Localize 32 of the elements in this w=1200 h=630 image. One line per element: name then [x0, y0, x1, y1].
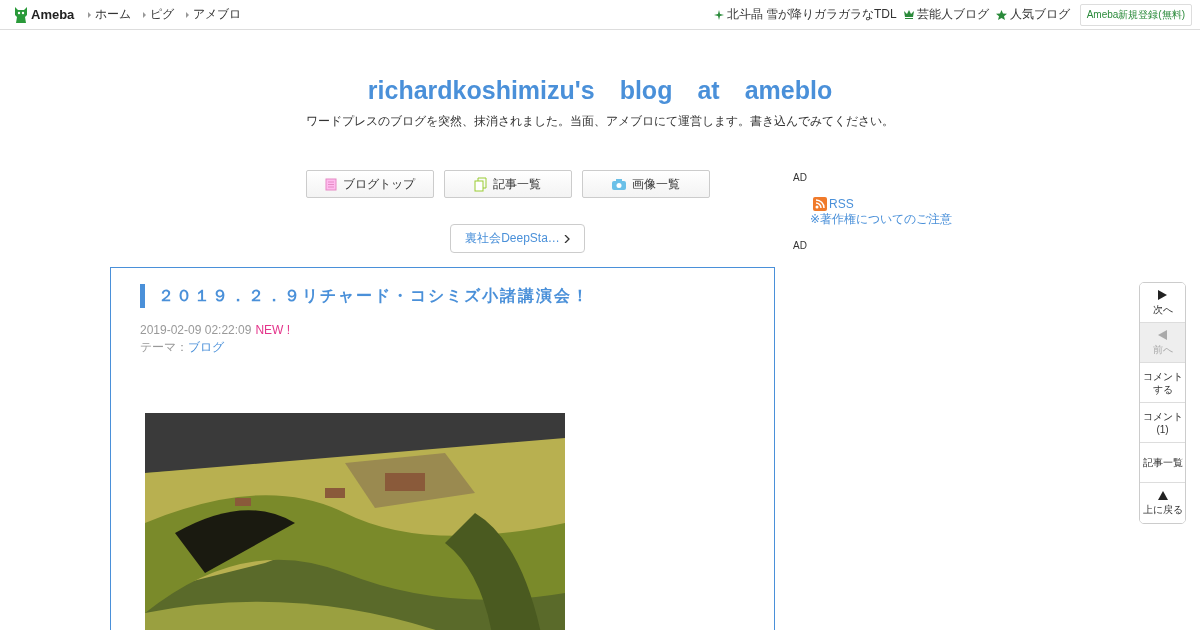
- ad-label: AD: [793, 240, 808, 251]
- pages-icon: [474, 176, 487, 192]
- theme-link[interactable]: 裏社会DeepSta…: [450, 224, 585, 253]
- tab-button[interactable]: ブログトップ: [305, 170, 434, 198]
- chevron-icon: [563, 234, 570, 243]
- nav-link[interactable]: ピグ: [143, 6, 175, 23]
- nav-link[interactable]: アメブロ: [186, 6, 242, 23]
- theme-label: テーマ：: [140, 340, 188, 354]
- article-date: 2019-02-09 02:22:09: [140, 323, 252, 337]
- ad-label: AD: [793, 172, 808, 183]
- register-button[interactable]: Ameba新規登録(無料): [1079, 3, 1192, 26]
- blog-description: ワードプレスのブログを突然、抹消されました。当面、アメブロにて運営します。書き込んでみてください。: [305, 113, 895, 130]
- tab-button[interactable]: 画像一覧: [581, 170, 710, 198]
- up-icon: [1157, 490, 1168, 500]
- tab-button[interactable]: 記事一覧: [443, 170, 572, 198]
- ameba-logo[interactable]: Ameba: [14, 6, 75, 23]
- header-link[interactable]: 芸能人ブログ: [916, 6, 989, 23]
- back-icon: [1158, 329, 1167, 340]
- sparkle-icon: [713, 9, 724, 20]
- star-icon: [995, 9, 1007, 20]
- document-icon: [324, 177, 337, 191]
- nav-link[interactable]: ホーム: [88, 6, 132, 23]
- header-link[interactable]: 人気ブログ: [1009, 6, 1070, 23]
- crown-icon: [903, 10, 914, 19]
- play-icon: [1158, 289, 1167, 300]
- header-link[interactable]: 北斗晶 雪が降りガラガラなTDL: [726, 6, 897, 23]
- camera-icon: [611, 178, 626, 190]
- new-label: NEW !: [255, 323, 291, 337]
- side-nav-button[interactable]: 次へ: [1140, 283, 1185, 323]
- copyright-link[interactable]: ※著作権についてのご注意: [810, 212, 953, 226]
- rss-icon: [813, 197, 827, 211]
- theme-tag-link[interactable]: ブログ: [188, 340, 224, 354]
